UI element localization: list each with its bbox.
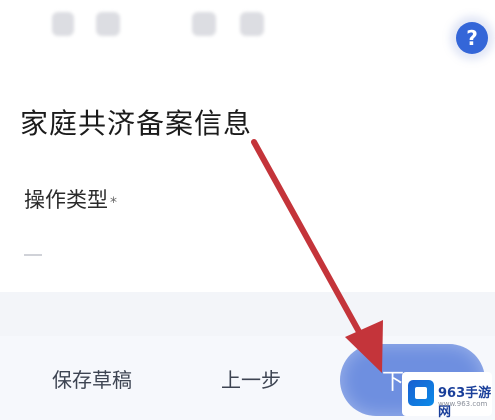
watermark-logo-icon [408, 380, 434, 406]
app-screen: ? 家庭共济备案信息 操作类型* 保存草稿 上一步 下一 963手游网 www.… [0, 0, 495, 420]
help-button[interactable]: ? [456, 22, 488, 54]
watermark: 963手游网 www.963.com [402, 372, 492, 420]
operation-type-label: 操作类型 * [24, 184, 117, 214]
operation-type-select[interactable] [24, 240, 448, 268]
required-mark: * [110, 195, 117, 211]
form-card: 家庭共济备案信息 操作类型 * [0, 72, 495, 292]
blurred-title-block [192, 12, 216, 36]
save-draft-button[interactable]: 保存草稿 [52, 364, 132, 393]
blurred-title-block [52, 12, 74, 36]
question-mark-icon: ? [466, 26, 478, 50]
top-header: ? [0, 0, 495, 72]
empty-value-dash [24, 254, 42, 256]
previous-step-button[interactable]: 上一步 [221, 364, 281, 393]
section-title: 家庭共济备案信息 [20, 107, 253, 140]
blurred-title-block [96, 12, 120, 36]
operation-type-label-text: 操作类型 [24, 188, 108, 212]
watermark-url: www.963.com [438, 400, 488, 408]
blurred-title-block [240, 12, 264, 36]
